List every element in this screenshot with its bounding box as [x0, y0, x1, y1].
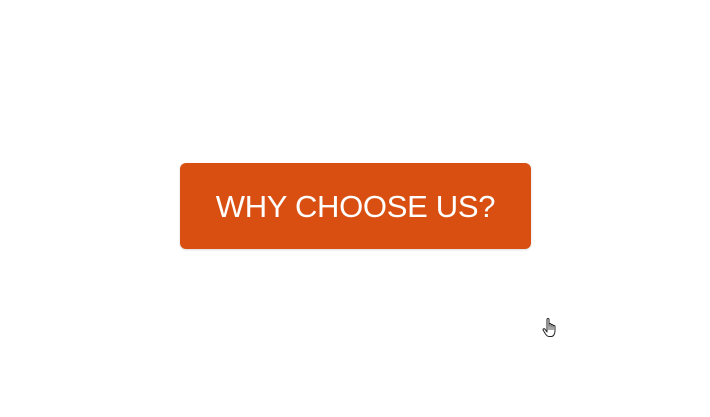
page: WHY CHOOSE US?	[0, 0, 710, 417]
why-choose-us-label: WHY CHOOSE US?	[215, 188, 496, 224]
why-choose-us-button[interactable]: WHY CHOOSE US?	[180, 163, 531, 249]
hand-pointer-icon	[542, 318, 558, 338]
